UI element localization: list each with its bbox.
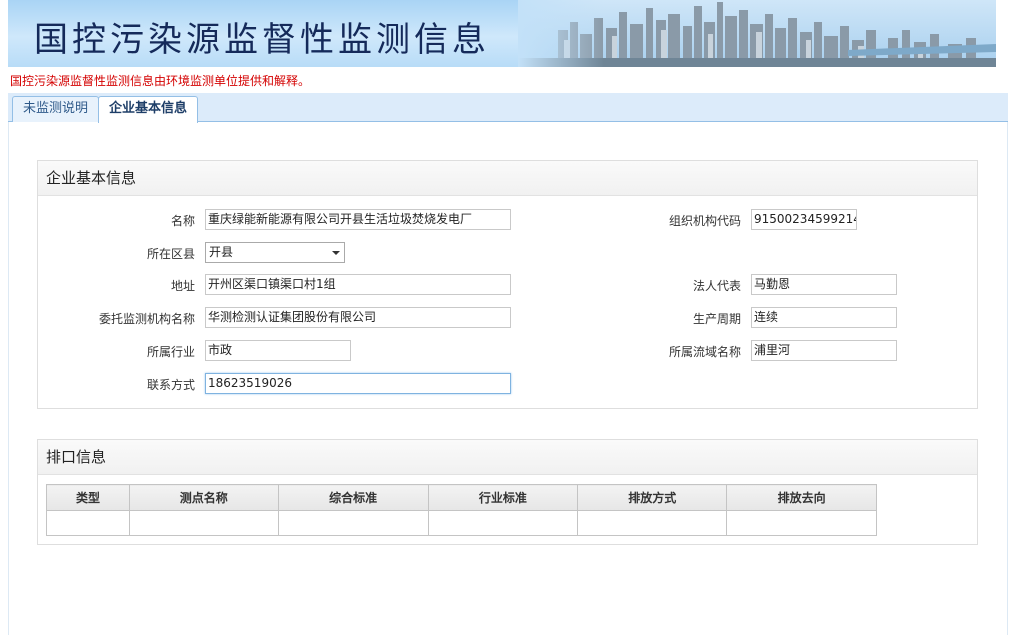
name-label: 名称 — [170, 214, 195, 228]
column-header: 排放方式 — [577, 484, 728, 511]
contact-label: 联系方式 — [146, 378, 195, 392]
district-label: 所在区县 — [146, 247, 195, 261]
table-cell — [46, 510, 130, 536]
column-header: 测点名称 — [128, 484, 279, 511]
org-code-field[interactable]: 91500234599214C — [751, 209, 857, 230]
district-selected-value: 开县 — [209, 245, 234, 259]
header-banner: 国控污染源监督性监测信息 — [8, 0, 996, 67]
table-cell — [726, 510, 877, 536]
outlet-info-panel: 排口信息 类型 测点名称 综合标准 行业标准 排放方式 排放去向 — [37, 439, 978, 545]
enterprise-info-panel: 企业基本信息 名称 重庆绿能新能源有限公司开县生活垃圾焚烧发电厂 组织机构代码 … — [37, 160, 978, 409]
tab-enterprise-info[interactable]: 企业基本信息 — [98, 96, 199, 123]
banner-title: 国控污染源监督性监测信息 — [34, 20, 490, 60]
table-cell — [277, 510, 429, 536]
org-code-label: 组织机构代码 — [668, 214, 741, 228]
table-header-row: 类型 测点名称 综合标准 行业标准 排放方式 排放去向 — [46, 484, 877, 511]
panel-heading: 排口信息 — [38, 440, 977, 475]
chevron-down-icon — [332, 251, 340, 255]
table-cell — [128, 510, 279, 536]
outlet-table: 类型 测点名称 综合标准 行业标准 排放方式 排放去向 — [46, 484, 877, 536]
notice-text: 国控污染源监督性监测信息由环境监测单位提供和解释。 — [10, 74, 311, 88]
tab-bar: 未监测说明 企业基本信息 — [8, 93, 1008, 123]
panel-heading: 企业基本信息 — [38, 161, 977, 196]
table-row — [46, 510, 877, 536]
legal-rep-field[interactable]: 马勤恩 — [751, 274, 897, 295]
monitor-org-field[interactable]: 华测检测认证集团股份有限公司 — [205, 307, 511, 328]
contact-field[interactable]: 18623519026 — [205, 373, 511, 394]
basin-label: 所属流域名称 — [668, 345, 741, 359]
basin-field[interactable]: 浦里河 — [751, 340, 897, 361]
address-label: 地址 — [170, 279, 195, 293]
name-field[interactable]: 重庆绿能新能源有限公司开县生活垃圾焚烧发电厂 — [205, 209, 511, 230]
table-cell — [577, 510, 728, 536]
industry-field[interactable]: 市政 — [205, 340, 351, 361]
table-cell — [427, 510, 579, 536]
industry-label: 所属行业 — [146, 345, 195, 359]
city-skyline-image — [518, 0, 996, 67]
production-cycle-label: 生产周期 — [692, 312, 741, 326]
column-header: 综合标准 — [277, 484, 429, 511]
column-header: 行业标准 — [427, 484, 579, 511]
production-cycle-field[interactable]: 连续 — [751, 307, 897, 328]
monitor-org-label: 委托监测机构名称 — [98, 312, 195, 326]
district-select[interactable]: 开县 — [205, 242, 345, 263]
column-header: 排放去向 — [726, 484, 877, 511]
tab-unmonitored-explanation[interactable]: 未监测说明 — [12, 96, 100, 122]
column-header: 类型 — [46, 484, 130, 511]
legal-rep-label: 法人代表 — [692, 279, 741, 293]
address-field[interactable]: 开州区渠口镇渠口村1组 — [205, 274, 511, 295]
